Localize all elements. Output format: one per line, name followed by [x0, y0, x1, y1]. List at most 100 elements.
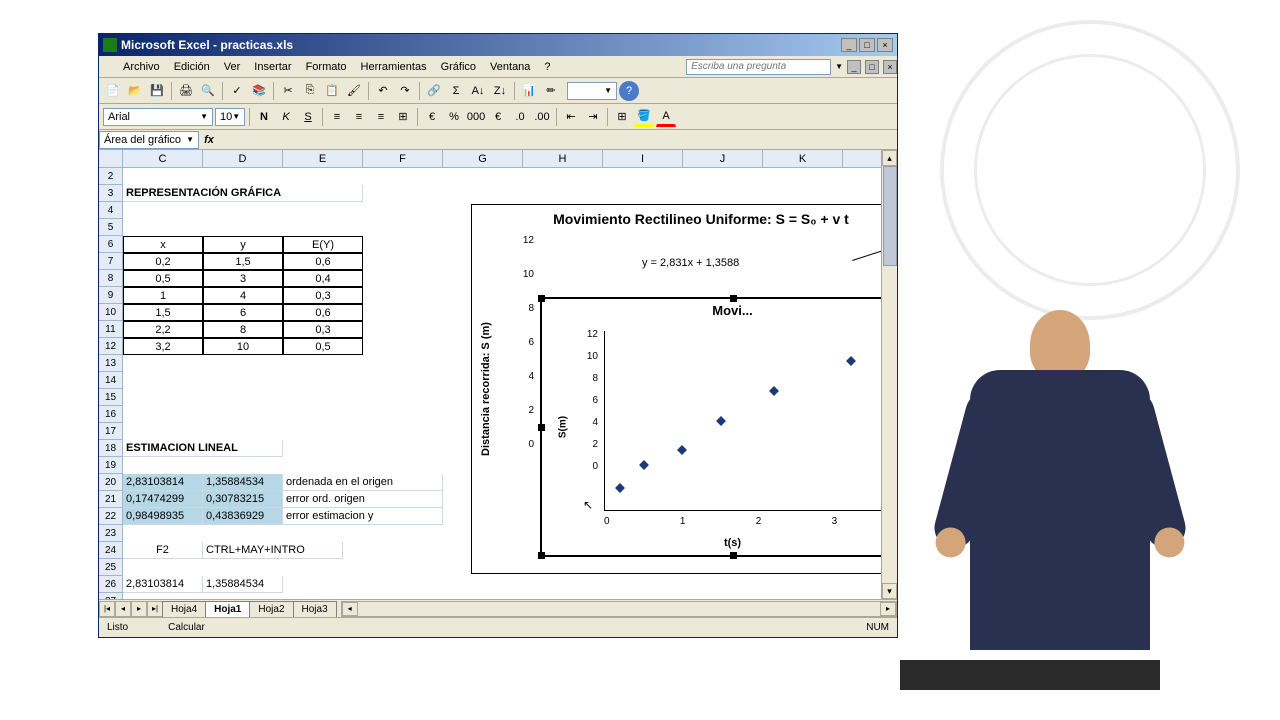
- sel-handle[interactable]: [538, 424, 545, 431]
- row-header-21[interactable]: 21: [99, 491, 122, 508]
- row-header-10[interactable]: 10: [99, 304, 122, 321]
- underline-icon[interactable]: S: [298, 107, 318, 127]
- cut-icon[interactable]: ✂: [278, 81, 298, 101]
- row-header-7[interactable]: 7: [99, 253, 122, 270]
- tab-hoja1[interactable]: Hoja1: [205, 601, 250, 617]
- data-cell[interactable]: 10: [203, 338, 283, 355]
- tab-hoja2[interactable]: Hoja2: [249, 601, 293, 617]
- col-header-k[interactable]: K: [763, 150, 843, 168]
- undo-icon[interactable]: ↶: [373, 81, 393, 101]
- help-icon[interactable]: ?: [619, 81, 639, 101]
- row-header-9[interactable]: 9: [99, 287, 122, 304]
- grid-area[interactable]: C D E F G H I J K 2345678910111213141516…: [99, 150, 897, 599]
- align-center-icon[interactable]: ≡: [349, 107, 369, 127]
- data-cell[interactable]: 4: [203, 287, 283, 304]
- dec-indent-icon[interactable]: ⇤: [561, 107, 581, 127]
- col-header-g[interactable]: G: [443, 150, 523, 168]
- hscroll-right-icon[interactable]: ▸: [880, 602, 896, 616]
- redo-icon[interactable]: ↷: [395, 81, 415, 101]
- menu-ventana[interactable]: Ventana: [484, 59, 536, 75]
- row-header-25[interactable]: 25: [99, 559, 122, 576]
- currency-icon[interactable]: €: [422, 107, 442, 127]
- data-cell[interactable]: 0,6: [283, 304, 363, 321]
- data-cell[interactable]: 0,3: [283, 287, 363, 304]
- data-cell[interactable]: 1: [123, 287, 203, 304]
- cell-header-x[interactable]: x: [123, 236, 203, 253]
- scroll-thumb[interactable]: [883, 166, 897, 266]
- cell-header-y[interactable]: y: [203, 236, 283, 253]
- data-cell[interactable]: 0,5: [283, 338, 363, 355]
- data-cell[interactable]: 1,5: [203, 253, 283, 270]
- font-color-icon[interactable]: A: [656, 107, 676, 127]
- est-cell[interactable]: 0,17474299: [123, 491, 203, 508]
- restore-button[interactable]: □: [859, 38, 875, 52]
- sort-asc-icon[interactable]: A↓: [468, 81, 488, 101]
- tab-hoja4[interactable]: Hoja4: [162, 601, 206, 617]
- menu-insertar[interactable]: Insertar: [248, 59, 297, 75]
- hscroll-left-icon[interactable]: ◂: [342, 602, 358, 616]
- est-cell[interactable]: 0,30783215: [203, 491, 283, 508]
- row-header-19[interactable]: 19: [99, 457, 122, 474]
- sel-handle[interactable]: [730, 295, 737, 302]
- euro-icon[interactable]: €: [488, 107, 508, 127]
- copy-icon[interactable]: ⎘: [300, 81, 320, 101]
- tab-last-icon[interactable]: ▸|: [147, 601, 163, 617]
- cell-est-title[interactable]: ESTIMACION LINEAL: [123, 440, 283, 457]
- zoom-combo[interactable]: ▼: [567, 82, 617, 100]
- preview-icon[interactable]: 🔍: [198, 81, 218, 101]
- row-header-12[interactable]: 12: [99, 338, 122, 355]
- row-header-22[interactable]: 22: [99, 508, 122, 525]
- cell-copy-2[interactable]: 1,35884534: [203, 576, 283, 593]
- row-header-23[interactable]: 23: [99, 525, 122, 542]
- menu-grafico[interactable]: Gráfico: [435, 59, 482, 75]
- data-cell[interactable]: 0,3: [283, 321, 363, 338]
- data-cell[interactable]: 0,6: [283, 253, 363, 270]
- data-cell[interactable]: 0,5: [123, 270, 203, 287]
- sort-desc-icon[interactable]: Z↓: [490, 81, 510, 101]
- menu-herramientas[interactable]: Herramientas: [355, 59, 433, 75]
- percent-icon[interactable]: %: [444, 107, 464, 127]
- data-cell[interactable]: 3,2: [123, 338, 203, 355]
- align-left-icon[interactable]: ≡: [327, 107, 347, 127]
- est-label[interactable]: error ord. origen: [283, 491, 443, 508]
- chart-inner[interactable]: Movi... S(m) 121086420 01234 t(s): [540, 297, 897, 557]
- row-header-11[interactable]: 11: [99, 321, 122, 338]
- hyperlink-icon[interactable]: 🔗: [424, 81, 444, 101]
- col-header-e[interactable]: E: [283, 150, 363, 168]
- row-header-6[interactable]: 6: [99, 236, 122, 253]
- row-header-20[interactable]: 20: [99, 474, 122, 491]
- scroll-down-icon[interactable]: ▾: [882, 583, 897, 599]
- format-painter-icon[interactable]: 🖌: [344, 81, 364, 101]
- tab-next-icon[interactable]: ▸: [131, 601, 147, 617]
- est-label[interactable]: ordenada en el origen: [283, 474, 443, 491]
- merge-icon[interactable]: ⊞: [393, 107, 413, 127]
- sel-handle[interactable]: [538, 552, 545, 559]
- data-cell[interactable]: 2,2: [123, 321, 203, 338]
- fx-icon[interactable]: fx: [199, 134, 219, 146]
- chart-outer[interactable]: Movimiento Rectilineo Uniforme: S = S₀ +…: [471, 204, 897, 574]
- doc-close-button[interactable]: ×: [883, 60, 897, 74]
- row-header-24[interactable]: 24: [99, 542, 122, 559]
- tab-first-icon[interactable]: |◂: [99, 601, 115, 617]
- row-header-17[interactable]: 17: [99, 423, 122, 440]
- col-header-h[interactable]: H: [523, 150, 603, 168]
- row-header-2[interactable]: 2: [99, 168, 122, 185]
- sel-handle[interactable]: [730, 552, 737, 559]
- dec-decimal-icon[interactable]: .00: [532, 107, 552, 127]
- align-right-icon[interactable]: ≡: [371, 107, 391, 127]
- row-header-15[interactable]: 15: [99, 389, 122, 406]
- cell-header-ey[interactable]: E(Y): [283, 236, 363, 253]
- data-cell[interactable]: 3: [203, 270, 283, 287]
- drawing-icon[interactable]: ✏: [541, 81, 561, 101]
- spell-icon[interactable]: ✓: [227, 81, 247, 101]
- data-cell[interactable]: 8: [203, 321, 283, 338]
- vertical-scrollbar[interactable]: ▴ ▾: [881, 150, 897, 599]
- font-name-combo[interactable]: Arial▼: [103, 108, 213, 126]
- data-cell[interactable]: 0,4: [283, 270, 363, 287]
- inc-indent-icon[interactable]: ⇥: [583, 107, 603, 127]
- row-header-4[interactable]: 4: [99, 202, 122, 219]
- autosum-icon[interactable]: Σ: [446, 81, 466, 101]
- menu-formato[interactable]: Formato: [300, 59, 353, 75]
- cell-title[interactable]: REPRESENTACIÓN GRÁFICA: [123, 185, 363, 202]
- row-header-18[interactable]: 18: [99, 440, 122, 457]
